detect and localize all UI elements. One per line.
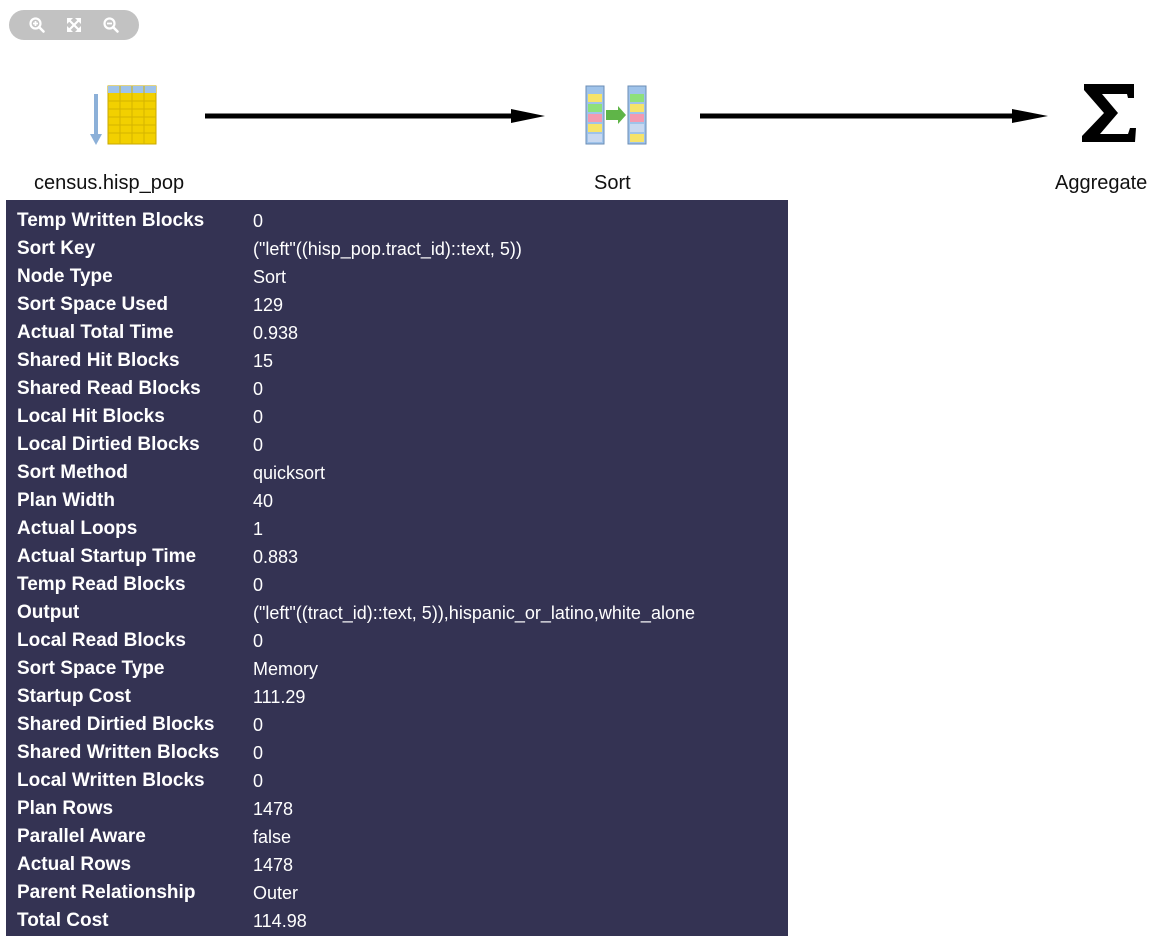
detail-row: Actual Startup Time 0.883: [17, 543, 788, 571]
sort-node[interactable]: [584, 84, 648, 146]
detail-key: Startup Cost: [17, 686, 131, 707]
zoom-toolbar: [9, 10, 139, 40]
detail-row: Sort Space Used 129: [17, 291, 788, 319]
edge-sort-to-aggregate: [700, 109, 1048, 123]
detail-row: Sort Method quicksort: [17, 459, 788, 487]
detail-key: Local Hit Blocks: [17, 406, 165, 427]
detail-row: Actual Rows 1478: [17, 851, 788, 879]
zoom-in-button[interactable]: [25, 13, 49, 37]
detail-key: Actual Total Time: [17, 322, 174, 343]
detail-value: 0: [253, 434, 264, 455]
detail-value: 0.883: [253, 546, 299, 567]
detail-value: Sort: [253, 266, 287, 287]
detail-value: 111.29: [253, 686, 306, 707]
detail-key: Local Written Blocks: [17, 770, 205, 791]
table-scan-icon: [90, 85, 157, 145]
detail-key: Shared Written Blocks: [17, 742, 220, 763]
detail-key: Shared Hit Blocks: [17, 350, 180, 371]
detail-row: Temp Written Blocks 0: [17, 207, 788, 235]
detail-row: Output ("left"((tract_id)::text, 5)),hisp…: [17, 599, 788, 627]
fit-to-screen-button[interactable]: [62, 13, 86, 37]
detail-key: Temp Read Blocks: [17, 574, 186, 595]
detail-row: Plan Width 40: [17, 487, 788, 515]
detail-row: Parallel Aware false: [17, 823, 788, 851]
scan-node-label: census.hisp_pop: [34, 172, 185, 194]
detail-key: Actual Startup Time: [17, 546, 197, 567]
detail-value: 0.938: [253, 322, 299, 343]
aggregate-node[interactable]: [1078, 80, 1138, 146]
detail-key: Plan Width: [17, 490, 115, 511]
detail-row: Node Type Sort: [17, 263, 788, 291]
detail-value: Outer: [253, 882, 299, 903]
detail-value: 0: [253, 574, 264, 595]
detail-row: Startup Cost 111.29: [17, 683, 788, 711]
detail-value: 114.98: [253, 910, 307, 931]
detail-key: Temp Written Blocks: [17, 210, 205, 231]
detail-key: Parent Relationship: [17, 882, 196, 903]
detail-row: Temp Read Blocks 0: [17, 571, 788, 599]
detail-value: Memory: [253, 658, 319, 679]
detail-row: Shared Dirtied Blocks 0: [17, 711, 788, 739]
detail-value: 0: [253, 714, 264, 735]
detail-row: Actual Loops 1: [17, 515, 788, 543]
detail-value: 0: [253, 742, 264, 763]
detail-value: 1478: [253, 854, 294, 875]
detail-value: 0: [253, 630, 264, 651]
detail-key: Sort Key: [17, 238, 96, 259]
detail-row: Actual Total Time 0.938: [17, 319, 788, 347]
detail-row: Shared Read Blocks 0: [17, 375, 788, 403]
scan-node[interactable]: [88, 84, 160, 148]
detail-key: Total Cost: [17, 910, 109, 931]
detail-row: Sort Space Type Memory: [17, 655, 788, 683]
detail-row: Local Dirtied Blocks 0: [17, 431, 788, 459]
detail-key: Sort Space Used: [17, 294, 168, 315]
detail-key: Sort Space Type: [17, 658, 165, 679]
aggregate-node-label: Aggregate: [1055, 172, 1148, 194]
detail-key: Local Dirtied Blocks: [17, 434, 200, 455]
detail-value: ("left"((hisp_pop.tract_id)::text, 5)): [253, 238, 522, 259]
detail-row: Shared Written Blocks 0: [17, 739, 788, 767]
detail-key: Actual Loops: [17, 518, 138, 539]
zoom-out-button[interactable]: [99, 13, 123, 37]
detail-key: Node Type: [17, 266, 113, 287]
detail-value: 0: [253, 406, 264, 427]
detail-value: 1478: [253, 798, 294, 819]
detail-row: Total Cost 114.98: [17, 907, 788, 935]
detail-row: Plan Rows 1478: [17, 795, 788, 823]
detail-value: quicksort: [253, 462, 326, 483]
sort-node-label: Sort: [594, 172, 631, 194]
detail-value: 129: [253, 294, 284, 315]
detail-key: Shared Read Blocks: [17, 378, 201, 399]
detail-row: Local Written Blocks 0: [17, 767, 788, 795]
detail-value: 0: [253, 210, 264, 231]
detail-row: Shared Hit Blocks 15: [17, 347, 788, 375]
detail-row: Parent Relationship Outer: [17, 879, 788, 907]
detail-key: Plan Rows: [17, 798, 114, 819]
detail-row: Local Hit Blocks 0: [17, 403, 788, 431]
sort-icon: [585, 85, 647, 145]
detail-value: 0: [253, 770, 264, 791]
zoom-in-icon: [29, 17, 46, 33]
detail-value: 15: [253, 350, 274, 371]
node-details-panel: Temp Written Blocks 0 Sort Key ("left"((his…: [6, 200, 788, 936]
detail-value: 1: [253, 518, 264, 539]
detail-row: Local Read Blocks 0: [17, 627, 788, 655]
edge-scan-to-sort: [205, 109, 545, 123]
detail-value: false: [253, 826, 292, 847]
sigma-icon: [1082, 84, 1136, 142]
detail-value: ("left"((tract_id)::text, 5)),hispanic_o…: [253, 602, 695, 623]
detail-key: Sort Method: [17, 462, 128, 483]
detail-key: Local Read Blocks: [17, 630, 186, 651]
detail-key: Output: [17, 602, 80, 623]
detail-value: 40: [253, 490, 274, 511]
detail-value: 0: [253, 378, 264, 399]
detail-row: Sort Key ("left"((hisp_pop.tract_id)::tex…: [17, 235, 788, 263]
zoom-out-icon: [103, 17, 119, 33]
detail-key: Parallel Aware: [17, 826, 146, 847]
detail-key: Actual Rows: [17, 854, 132, 875]
expand-icon: [66, 18, 81, 32]
detail-key: Shared Dirtied Blocks: [17, 714, 215, 735]
